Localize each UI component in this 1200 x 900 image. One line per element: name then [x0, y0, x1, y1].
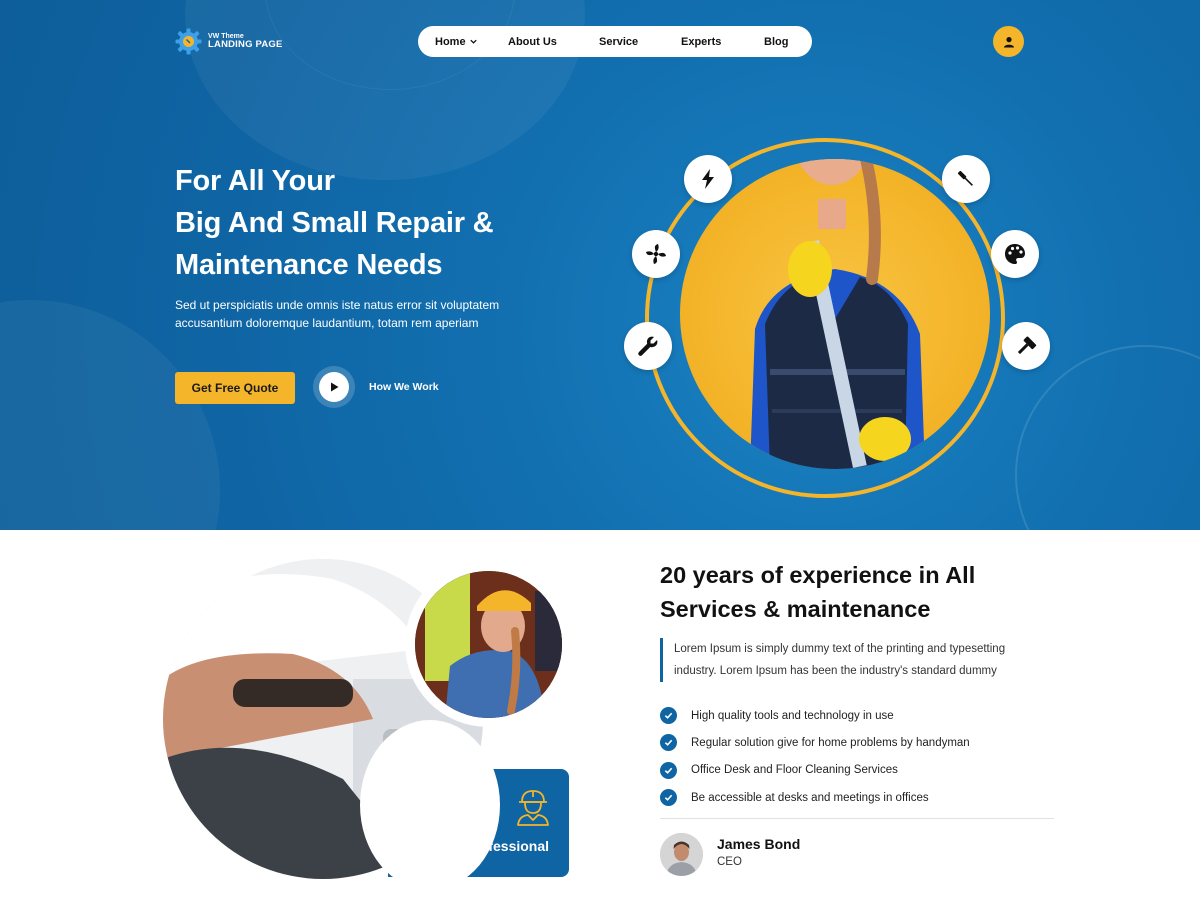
check-icon: [660, 707, 677, 725]
badge-cutout: [360, 720, 500, 890]
list-item: Be accessible at desks and meetings in o…: [660, 784, 970, 811]
site-logo[interactable]: VW Theme LANDING PAGE: [175, 28, 283, 55]
main-nav: Home About Us Service Experts Blog: [418, 26, 812, 57]
logo-name: LANDING PAGE: [208, 39, 283, 51]
decor-circle: [1015, 345, 1200, 530]
check-icon: [660, 761, 677, 779]
play-video-button[interactable]: [313, 366, 355, 408]
feature-text: Regular solution give for home problems …: [691, 736, 970, 749]
nav-service[interactable]: Service: [599, 36, 681, 48]
feature-text: Office Desk and Floor Cleaning Services: [691, 764, 898, 777]
fan-icon: [632, 230, 680, 278]
lightning-icon: [684, 155, 732, 203]
screwdriver-icon: [942, 155, 990, 203]
avatar: [660, 833, 703, 876]
hero-section: VW Theme LANDING PAGE Home About Us Serv…: [0, 0, 1200, 530]
list-item: Regular solution give for home problems …: [660, 729, 970, 756]
decor-circle: [0, 300, 220, 530]
hero-description: Sed ut perspiciatis unde omnis iste natu…: [175, 296, 555, 332]
feature-text: Be accessible at desks and meetings in o…: [691, 791, 929, 804]
list-item: Office Desk and Floor Cleaning Services: [660, 757, 970, 784]
how-we-work-link[interactable]: How We Work: [369, 381, 439, 393]
nav-home[interactable]: Home: [435, 36, 508, 48]
get-free-quote-button[interactable]: Get Free Quote: [175, 372, 295, 404]
hero-title-line: For All Your: [175, 165, 335, 197]
nav-about-us[interactable]: About Us: [508, 36, 599, 48]
check-icon: [660, 789, 677, 807]
about-quote-line: industry. Lorem Ipsum has been the indus…: [674, 665, 997, 677]
about-heading-line: Services & maintenance: [660, 596, 931, 622]
list-item: High quality tools and technology in use: [660, 702, 970, 729]
user-icon: [1003, 36, 1014, 47]
hero-worker-image: [680, 159, 990, 469]
wrench-icon: [624, 322, 672, 370]
hero-description-line: accusantium doloremque laudantium, totam…: [175, 316, 479, 330]
worker-helmet-icon: [516, 788, 550, 831]
nav-home-label: Home: [435, 35, 466, 48]
author-name: James Bond: [717, 836, 801, 852]
hero-title-line: Big And Small Repair &: [175, 207, 494, 239]
chevron-down-icon: [469, 39, 477, 44]
hero-title-line: Maintenance Needs: [175, 249, 443, 281]
about-heading-line: 20 years of experience in All: [660, 562, 976, 588]
divider: [660, 818, 1054, 819]
author-role: CEO: [717, 856, 742, 868]
hammer-icon: [1002, 322, 1050, 370]
professional-label: Professional: [465, 838, 550, 854]
feature-text: High quality tools and technology in use: [691, 709, 894, 722]
play-icon: [331, 382, 339, 392]
about-heading: 20 years of experience in All Services &…: [660, 558, 975, 626]
about-quote: Lorem Ipsum is simply dummy text of the …: [660, 638, 1005, 682]
feature-list: High quality tools and technology in use…: [660, 702, 970, 811]
user-account-button[interactable]: [993, 26, 1024, 57]
nav-experts[interactable]: Experts: [681, 36, 764, 48]
nav-blog[interactable]: Blog: [764, 36, 788, 48]
gear-logo-icon: [175, 28, 202, 55]
about-quote-line: Lorem Ipsum is simply dummy text of the …: [674, 643, 1006, 655]
female-worker-photo: [415, 571, 562, 718]
hero-description-line: Sed ut perspiciatis unde omnis iste natu…: [175, 298, 500, 312]
hero-title: For All Your Big And Small Repair & Main…: [175, 160, 494, 286]
check-icon: [660, 734, 677, 752]
palette-icon: [991, 230, 1039, 278]
